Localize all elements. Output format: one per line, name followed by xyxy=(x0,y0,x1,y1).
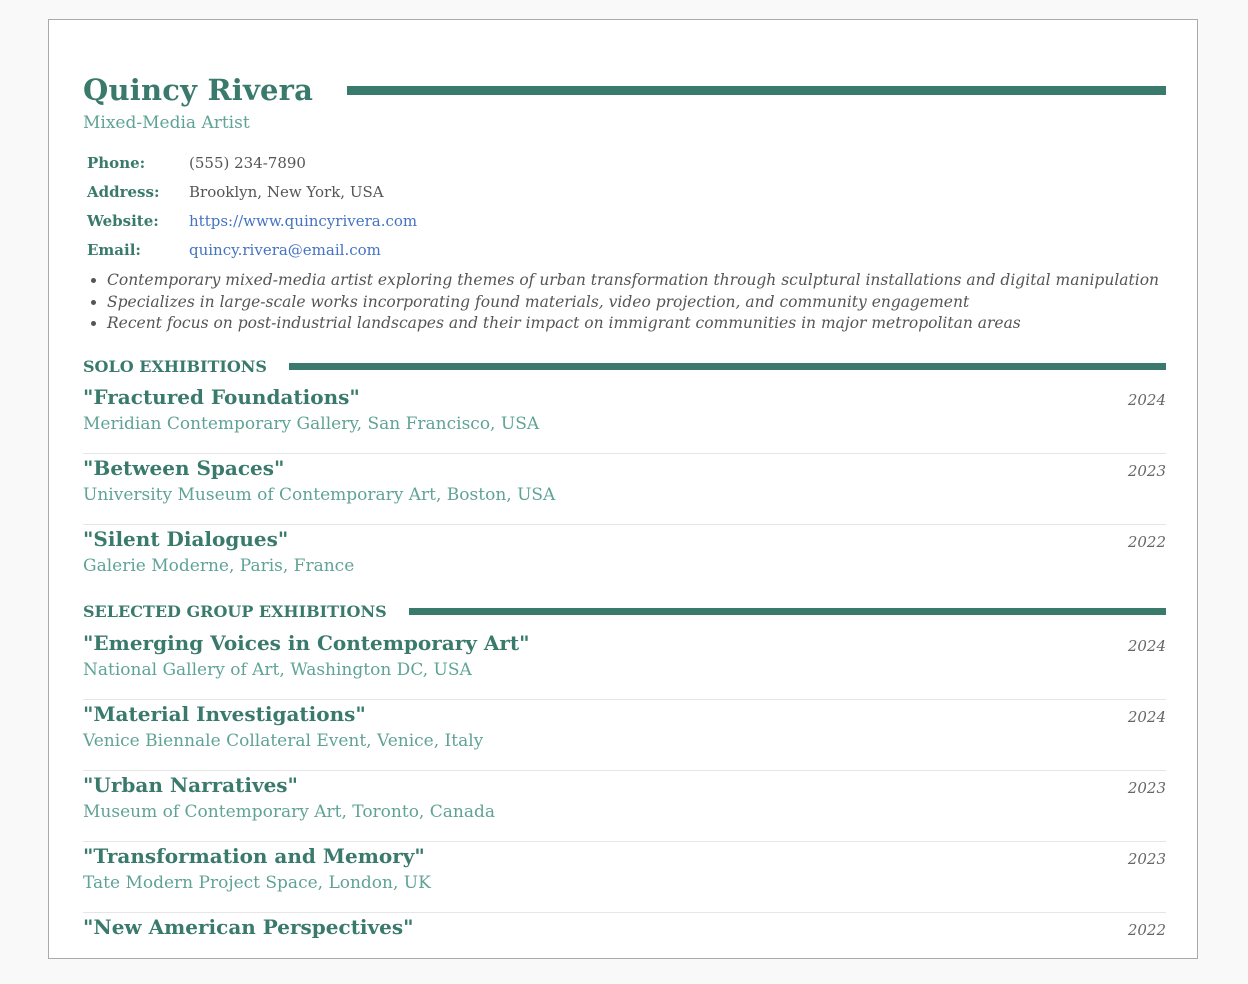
contact-label: Address: xyxy=(87,182,160,201)
exhibition-title: "New American Perspectives" xyxy=(83,915,414,939)
exhibition-entry: "New American Perspectives" 2022 xyxy=(83,913,1166,984)
exhibition-title: "Urban Narratives" xyxy=(83,773,298,797)
contact-row-phone: Phone: (555) 234-7890 xyxy=(87,148,417,177)
exhibition-venue: National Gallery of Art, Washington DC, … xyxy=(83,660,472,680)
phone-value: (555) 234-7890 xyxy=(189,153,306,172)
exhibition-venue: Venice Biennale Collateral Event, Venice… xyxy=(83,731,484,751)
exhibition-title: "Silent Dialogues" xyxy=(83,527,289,551)
section-title: SOLO EXHIBITIONS xyxy=(83,356,267,376)
solo-exhibitions-heading: SOLO EXHIBITIONS xyxy=(83,354,1166,378)
exhibition-year: 2024 xyxy=(1127,637,1166,655)
website-link[interactable]: https://www.quincyrivera.com xyxy=(189,212,417,230)
exhibition-title: "Fractured Foundations" xyxy=(83,385,360,409)
exhibition-year: 2024 xyxy=(1127,391,1166,409)
exhibition-venue: Museum of Contemporary Art, Toronto, Can… xyxy=(83,802,495,822)
header-divider xyxy=(347,85,1166,95)
artist-title: Mixed-Media Artist xyxy=(83,113,250,133)
email-link[interactable]: quincy.rivera@email.com xyxy=(189,241,381,259)
exhibition-year: 2024 xyxy=(1127,708,1166,726)
summary-item: Contemporary mixed-media artist explorin… xyxy=(107,270,1159,292)
contact-info: Phone: (555) 234-7890 Address: Brooklyn,… xyxy=(87,148,417,264)
contact-row-website: Website: https://www.quincyrivera.com xyxy=(87,206,417,235)
contact-label: Phone: xyxy=(87,153,146,172)
resume-page: Quincy Rivera Mixed-Media Artist Phone: … xyxy=(48,19,1198,959)
contact-label: Email: xyxy=(87,240,141,259)
exhibition-year: 2023 xyxy=(1127,850,1166,868)
exhibition-venue: Meridian Contemporary Gallery, San Franc… xyxy=(83,414,540,434)
exhibition-year: 2023 xyxy=(1127,462,1166,480)
exhibition-entry: "Transformation and Memory" Tate Modern … xyxy=(83,842,1166,913)
summary-list: Contemporary mixed-media artist explorin… xyxy=(83,270,1159,335)
exhibition-entry: "Material Investigations" Venice Biennal… xyxy=(83,700,1166,771)
group-exhibitions-heading: SELECTED GROUP EXHIBITIONS xyxy=(83,599,1166,623)
exhibition-entry: "Emerging Voices in Contemporary Art" Na… xyxy=(83,629,1166,700)
exhibition-entry: "Silent Dialogues" Galerie Moderne, Pari… xyxy=(83,525,1166,596)
artist-name: Quincy Rivera xyxy=(83,73,314,107)
summary-item: Recent focus on post-industrial landscap… xyxy=(107,313,1159,335)
exhibition-title: "Transformation and Memory" xyxy=(83,844,425,868)
exhibition-title: "Between Spaces" xyxy=(83,456,285,480)
contact-label: Website: xyxy=(87,211,159,230)
exhibition-year: 2022 xyxy=(1127,533,1166,551)
exhibition-venue: Tate Modern Project Space, London, UK xyxy=(83,873,431,893)
exhibition-title: "Material Investigations" xyxy=(83,702,366,726)
header: Quincy Rivera xyxy=(83,70,1166,110)
exhibition-year: 2022 xyxy=(1127,921,1166,939)
section-divider xyxy=(408,607,1166,615)
section-title: SELECTED GROUP EXHIBITIONS xyxy=(83,601,387,621)
contact-row-address: Address: Brooklyn, New York, USA xyxy=(87,177,417,206)
summary-item: Specializes in large-scale works incorpo… xyxy=(107,292,1159,314)
exhibition-title: "Emerging Voices in Contemporary Art" xyxy=(83,631,530,655)
contact-row-email: Email: quincy.rivera@email.com xyxy=(87,235,417,264)
exhibition-entry: "Between Spaces" University Museum of Co… xyxy=(83,454,1166,525)
exhibition-entry: "Fractured Foundations" Meridian Contemp… xyxy=(83,383,1166,454)
section-divider xyxy=(288,362,1166,370)
exhibition-venue: Galerie Moderne, Paris, France xyxy=(83,556,355,576)
address-value: Brooklyn, New York, USA xyxy=(189,182,384,201)
exhibition-year: 2023 xyxy=(1127,779,1166,797)
exhibition-venue: University Museum of Contemporary Art, B… xyxy=(83,485,556,505)
exhibition-entry: "Urban Narratives" Museum of Contemporar… xyxy=(83,771,1166,842)
